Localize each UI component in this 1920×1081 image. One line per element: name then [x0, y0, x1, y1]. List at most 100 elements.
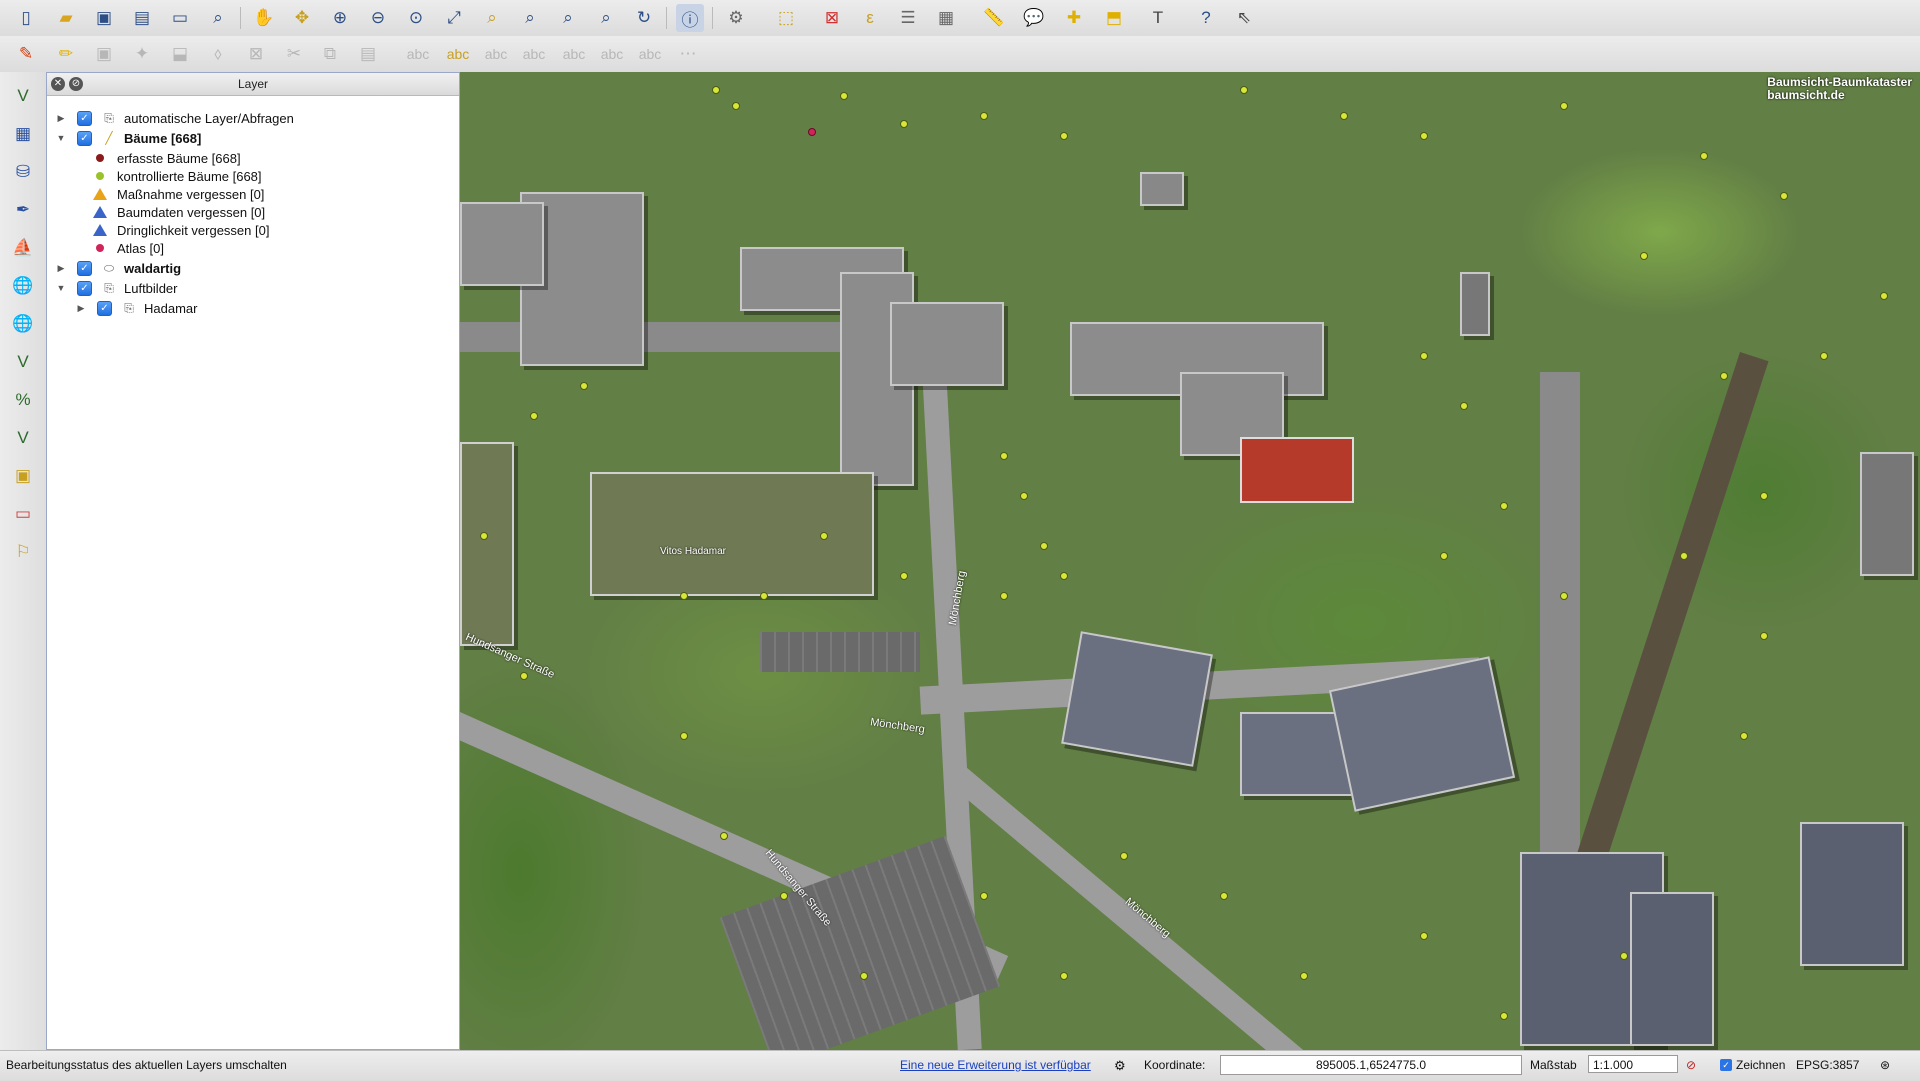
tree-point[interactable]	[760, 592, 768, 600]
tree-point[interactable]	[1700, 152, 1708, 160]
zoom-actual-icon[interactable]: ⊙	[402, 4, 430, 32]
tree-point[interactable]	[1620, 952, 1628, 960]
tree-point[interactable]	[1820, 352, 1828, 360]
tree-point[interactable]	[1040, 542, 1048, 550]
tree-point[interactable]	[1500, 502, 1508, 510]
tree-point[interactable]	[1060, 572, 1068, 580]
deselect-icon[interactable]: ⊠	[818, 4, 846, 32]
layer-row[interactable]: ▼ ✓ ╱ Bäume [668]	[55, 129, 201, 147]
tree-point[interactable]	[1300, 972, 1308, 980]
tree-point[interactable]	[580, 382, 588, 390]
zoom-last-icon[interactable]: ⌕	[554, 4, 582, 32]
tree-point[interactable]	[1340, 112, 1348, 120]
add-mssql-layer-icon[interactable]: ⛵	[9, 234, 37, 262]
tree-point[interactable]	[1780, 192, 1788, 200]
scale-field[interactable]: 1:1.000	[1588, 1055, 1678, 1073]
tree-point[interactable]	[808, 128, 816, 136]
annotation-icon[interactable]: 💬	[1020, 4, 1048, 32]
layer-checkbox[interactable]: ✓	[77, 280, 92, 296]
expression-select-icon[interactable]: ε	[856, 4, 884, 32]
add-raster-layer-icon[interactable]: ▦	[9, 120, 37, 148]
tree-point[interactable]	[1020, 492, 1028, 500]
tree-point[interactable]	[840, 92, 848, 100]
new-shapefile-icon[interactable]: V	[9, 424, 37, 452]
delete-selected-icon[interactable]: ⊠	[242, 40, 270, 68]
move-label-icon[interactable]: abc	[520, 40, 548, 68]
add-postgis-layer-icon[interactable]: ⛁	[9, 158, 37, 186]
add-gps-icon[interactable]: ⚐	[9, 538, 37, 566]
layer-row[interactable]: ▶ ✓ ⎘ automatische Layer/Abfragen	[55, 109, 294, 127]
tree-point[interactable]	[1640, 252, 1648, 260]
tree-point[interactable]	[1500, 1012, 1508, 1020]
tree-point[interactable]	[1760, 492, 1768, 500]
layer-checkbox[interactable]: ✓	[97, 300, 112, 316]
expand-arrow-icon[interactable]: ▶	[55, 263, 67, 274]
select-icon[interactable]: ⚙	[722, 4, 750, 32]
collapse-arrow-icon[interactable]: ▼	[55, 133, 67, 143]
composer-manager-icon[interactable]: ⌕	[204, 4, 232, 32]
map-canvas[interactable]: Hundsanger Straße Mönchberg Hundsanger S…	[460, 72, 1920, 1050]
tree-point[interactable]	[520, 672, 528, 680]
save-as-icon[interactable]: ▤	[128, 4, 156, 32]
measure-icon[interactable]: 📏	[980, 4, 1008, 32]
pan-icon[interactable]: ✋	[250, 4, 278, 32]
layer-checkbox[interactable]: ✓	[77, 130, 92, 146]
rotate-label-icon[interactable]: abc	[560, 40, 588, 68]
add-spatialite-layer-icon[interactable]: ✒	[9, 196, 37, 224]
new-project-icon[interactable]: ▯	[12, 4, 40, 32]
tree-point[interactable]	[900, 572, 908, 580]
paste-features-icon[interactable]: ▤	[354, 40, 382, 68]
tree-point[interactable]	[1420, 132, 1428, 140]
expand-arrow-icon[interactable]: ▶	[55, 113, 67, 124]
tree-point[interactable]	[732, 102, 740, 110]
expand-arrow-icon[interactable]: ▶	[75, 303, 87, 314]
tree-point[interactable]	[820, 532, 828, 540]
select-features-icon[interactable]: ⬚	[772, 4, 800, 32]
stop-render-icon[interactable]: ⊘	[1686, 1058, 1696, 1072]
collapse-arrow-icon[interactable]: ▼	[55, 283, 67, 293]
tree-point[interactable]	[900, 120, 908, 128]
current-edits-icon[interactable]: ✏	[52, 40, 80, 68]
show-hide-labels-icon[interactable]: abc	[482, 40, 510, 68]
layer-checkbox[interactable]: ✓	[77, 110, 92, 126]
attribute-table-icon[interactable]: ☰	[894, 4, 922, 32]
tree-point[interactable]	[1720, 372, 1728, 380]
save-project-icon[interactable]: ▣	[90, 4, 118, 32]
change-label-icon[interactable]: abc	[598, 40, 626, 68]
layer-row[interactable]: ▼ ✓ ⎘ Luftbilder	[55, 279, 177, 297]
whats-this-icon[interactable]: ⇖	[1230, 4, 1258, 32]
extension-link[interactable]: Eine neue Erweiterung ist verfügbar	[900, 1058, 1091, 1072]
zoom-to-selection-icon[interactable]: ⌕	[478, 4, 506, 32]
toggle-editing-icon[interactable]: ✎	[12, 40, 40, 68]
cut-features-icon[interactable]: ✂	[280, 40, 308, 68]
new-spatialite-icon[interactable]: ▣	[9, 462, 37, 490]
tree-point[interactable]	[860, 972, 868, 980]
help-icon[interactable]: ?	[1192, 4, 1220, 32]
tree-point[interactable]	[980, 892, 988, 900]
coordinate-field[interactable]: 895005.1,6524775.0	[1220, 1055, 1522, 1075]
zoom-in-icon[interactable]: ⊕	[326, 4, 354, 32]
map-tips-icon[interactable]: ✚	[1060, 4, 1088, 32]
copy-features-icon[interactable]: ⧉	[316, 40, 344, 68]
tree-point[interactable]	[1880, 292, 1888, 300]
layer-row[interactable]: ▶ ✓ ⬭ waldartig	[55, 259, 181, 277]
tree-point[interactable]	[1460, 402, 1468, 410]
tree-point[interactable]	[1740, 732, 1748, 740]
tree-point[interactable]	[680, 732, 688, 740]
add-wms-layer-icon[interactable]: 🌐	[9, 272, 37, 300]
tree-point[interactable]	[1220, 892, 1228, 900]
save-edits-icon[interactable]: ▣	[90, 40, 118, 68]
tree-point[interactable]	[1120, 852, 1128, 860]
zoom-full-icon[interactable]: ⤢	[440, 4, 468, 32]
tree-point[interactable]	[1760, 632, 1768, 640]
tree-point[interactable]	[1560, 592, 1568, 600]
zoom-to-layer-icon[interactable]: ⌕	[516, 4, 544, 32]
tree-point[interactable]	[720, 832, 728, 840]
add-delimited-text-icon[interactable]: %	[9, 386, 37, 414]
tree-point[interactable]	[530, 412, 538, 420]
print-composer-icon[interactable]: ▭	[166, 4, 194, 32]
remove-layer-icon[interactable]: ▭	[9, 500, 37, 528]
crs-icon[interactable]: ⊛	[1880, 1058, 1890, 1072]
tree-point[interactable]	[1680, 552, 1688, 560]
identify-icon[interactable]: ⓘ	[676, 4, 704, 32]
